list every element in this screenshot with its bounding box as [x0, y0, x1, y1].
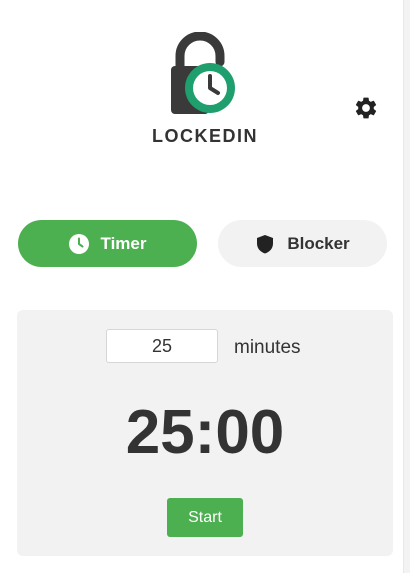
tab-blocker-label: Blocker — [287, 233, 350, 253]
scrollbar[interactable] — [403, 0, 410, 573]
start-button[interactable]: Start — [167, 498, 243, 537]
app-logo-text: LOCKEDIN — [152, 126, 258, 146]
popup-page: LOCKEDIN Timer Blocker minutes 25:00 Sta… — [0, 0, 410, 573]
timer-panel: minutes 25:00 Start — [17, 310, 393, 556]
minutes-label: minutes — [234, 337, 301, 358]
tab-timer-label: Timer — [100, 233, 147, 253]
minutes-input[interactable] — [106, 329, 218, 363]
tab-timer[interactable]: Timer — [18, 220, 197, 267]
gear-icon[interactable] — [353, 95, 379, 121]
padlock-clock-icon — [168, 31, 242, 118]
timer-display: 25:00 — [125, 398, 285, 467]
shield-icon — [255, 234, 275, 254]
tab-blocker[interactable]: Blocker — [218, 220, 387, 267]
clock-icon — [68, 233, 89, 254]
